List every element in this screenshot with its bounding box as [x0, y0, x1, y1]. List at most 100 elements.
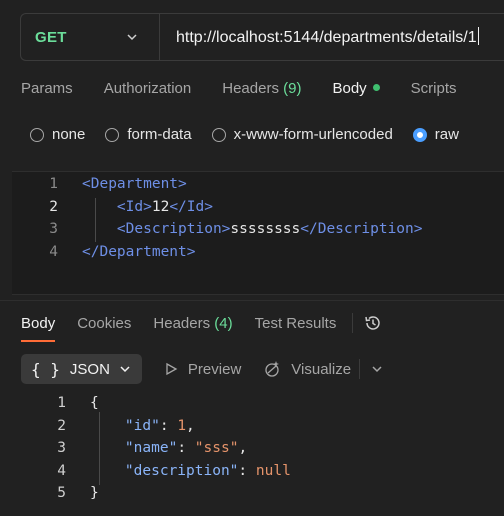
- code-token: ,: [238, 440, 248, 456]
- active-tab-underline: [21, 339, 56, 342]
- tab-response-headers[interactable]: Headers (4): [153, 315, 232, 332]
- chevron-down-icon: [127, 34, 137, 41]
- code-token: }: [90, 485, 99, 501]
- tab-label: Authorization: [103, 80, 192, 97]
- radio-label: form-data: [127, 126, 192, 143]
- tab-scripts[interactable]: Scripts: [411, 80, 457, 97]
- code-text: <Department>: [82, 176, 187, 192]
- radio-checked-icon: [412, 127, 427, 142]
- tab-cookies[interactable]: Cookies: [77, 315, 131, 332]
- line-number: 4: [57, 462, 66, 479]
- tab-label: Cookies: [77, 314, 132, 332]
- line-number: 1: [49, 176, 58, 192]
- radio-label: x-www-form-urlencoded: [233, 126, 393, 143]
- text-caret: [477, 27, 479, 45]
- radio-circle-icon: [211, 127, 226, 142]
- line-number: 5: [57, 485, 66, 501]
- visualize-button[interactable]: Visualize: [263, 360, 351, 378]
- preview-button[interactable]: Preview: [164, 361, 241, 378]
- code-token: "sss": [194, 440, 239, 456]
- modified-dot-icon: [372, 84, 380, 91]
- code-token: <Id>: [116, 198, 152, 215]
- code-token: 12: [151, 198, 170, 215]
- tab-params[interactable]: Params: [21, 80, 73, 97]
- code-text: }: [90, 485, 99, 501]
- code-line: 5}: [0, 485, 98, 507]
- method-label: GET: [35, 28, 67, 46]
- code-token: "name": [124, 440, 178, 456]
- visualize-icon: [265, 361, 280, 377]
- code-line: 4 "description": null: [0, 462, 291, 485]
- radio-raw[interactable]: raw: [412, 126, 459, 143]
- code-token: </Description>: [300, 221, 423, 237]
- code-line: 2 "id": 1,: [0, 418, 195, 440]
- line-number: 4: [49, 243, 58, 260]
- radio-label: raw: [434, 126, 459, 143]
- tab-body[interactable]: Body: [332, 80, 380, 97]
- format-select[interactable]: { } JSON: [21, 354, 142, 384]
- code-text: "description": null: [90, 463, 291, 479]
- pane-divider[interactable]: [0, 300, 504, 301]
- radio-none[interactable]: none: [30, 126, 85, 143]
- tab-test-results[interactable]: Test Results: [255, 315, 337, 332]
- code-token: "description": [124, 462, 239, 479]
- headers-count: (9): [283, 80, 302, 97]
- tab-authorization[interactable]: Authorization: [104, 80, 192, 97]
- request-body-editor[interactable]: 1 <Department> 2 <Id>12</Id> 3 <Description…: [12, 171, 504, 295]
- code-text: <Id>12</Id>: [82, 199, 213, 215]
- code-token: <Department>: [82, 176, 187, 192]
- code-token: "id": [124, 417, 160, 434]
- url-bar: GET http://localhost:5144/departments/de…: [20, 13, 504, 61]
- code-token: :: [238, 462, 256, 479]
- url-text: http://localhost:5144/departments/detail…: [176, 29, 477, 46]
- code-text: "name": "sss",: [90, 440, 247, 456]
- radio-urlencoded[interactable]: x-www-form-urlencoded: [211, 126, 393, 143]
- code-line: 4 </Department>: [12, 243, 195, 266]
- code-token: </Department>: [82, 243, 196, 260]
- tab-label: Scripts: [410, 80, 457, 97]
- tab-response-body[interactable]: Body: [21, 315, 56, 342]
- code-token: <Description>: [116, 221, 231, 237]
- radio-circle-icon: [105, 127, 120, 142]
- code-line: 2 <Id>12</Id>: [12, 199, 213, 221]
- play-icon: [166, 362, 178, 376]
- headers-count: (4): [214, 314, 233, 332]
- code-line: 3 "name": "sss",: [0, 440, 247, 462]
- code-text: <Description>ssssssss</Description>: [82, 221, 423, 237]
- divider: [352, 313, 354, 333]
- code-token: {: [90, 395, 99, 411]
- code-token: ,: [186, 417, 195, 434]
- request-tabs: Params Authorization Headers (9) Body Sc…: [21, 80, 488, 97]
- response-tabs: Body Cookies Headers (4) Test Results: [21, 313, 383, 342]
- divider: [359, 359, 361, 379]
- tab-label: Headers: [222, 80, 279, 97]
- url-input[interactable]: http://localhost:5144/departments/detail…: [160, 27, 504, 47]
- code-token: null: [255, 462, 291, 479]
- tab-label: Headers: [153, 314, 211, 332]
- code-token: :: [177, 440, 195, 456]
- line-number: 3: [49, 221, 58, 237]
- response-body-viewer[interactable]: 1{2 "id": 1, 3 "name": "sss", 4 "descripti…: [0, 395, 504, 516]
- response-toolbar: { } JSON Preview Visualize: [21, 354, 384, 384]
- chevron-down-icon[interactable]: [370, 362, 384, 376]
- code-line: 1{: [0, 395, 98, 417]
- code-line: 1 <Department>: [12, 176, 187, 198]
- tab-headers[interactable]: Headers (9): [222, 80, 301, 97]
- radio-form-data[interactable]: form-data: [105, 126, 192, 143]
- code-line: 3 <Description>ssssssss</Description>: [12, 221, 422, 243]
- code-token: :: [159, 417, 178, 434]
- radio-label: none: [52, 126, 86, 143]
- chevron-down-icon: [120, 366, 130, 373]
- method-select[interactable]: GET: [21, 14, 160, 60]
- radio-circle-icon: [30, 127, 44, 142]
- code-text: {: [90, 395, 99, 411]
- line-number: 1: [57, 395, 66, 411]
- body-type-radios: none form-data x-www-form-urlencoded raw: [30, 126, 479, 143]
- history-icon[interactable]: [363, 313, 383, 333]
- code-token: ssssssss: [230, 221, 301, 237]
